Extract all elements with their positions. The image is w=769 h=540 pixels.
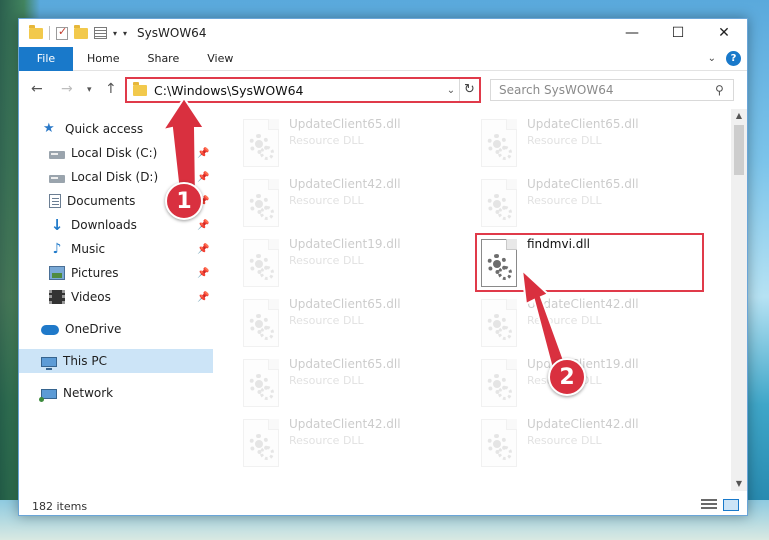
step-badge-2: 2 (548, 358, 586, 396)
annotation-arrows (160, 96, 568, 370)
step-badge-1: 1 (165, 182, 203, 220)
arrow-up-left-icon (520, 267, 568, 370)
